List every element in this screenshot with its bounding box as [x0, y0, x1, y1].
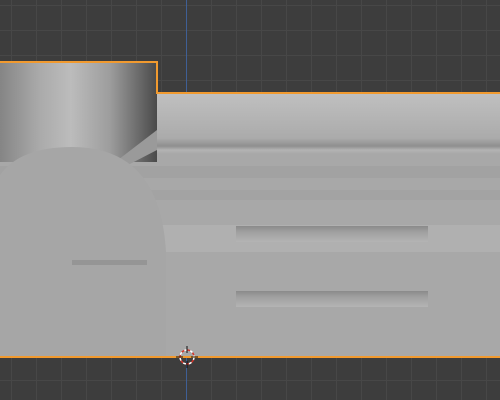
mesh-slot-upper	[236, 226, 428, 242]
mesh-dome-slot	[72, 260, 147, 265]
selected-mesh-object[interactable]	[0, 0, 500, 400]
mesh-top-ledge	[157, 93, 500, 146]
3d-viewport[interactable]	[0, 0, 500, 400]
mesh-dome	[0, 147, 166, 358]
mesh-slot-lower	[236, 291, 428, 307]
mesh-left-block	[0, 62, 157, 162]
3d-cursor-icon[interactable]	[176, 346, 198, 368]
